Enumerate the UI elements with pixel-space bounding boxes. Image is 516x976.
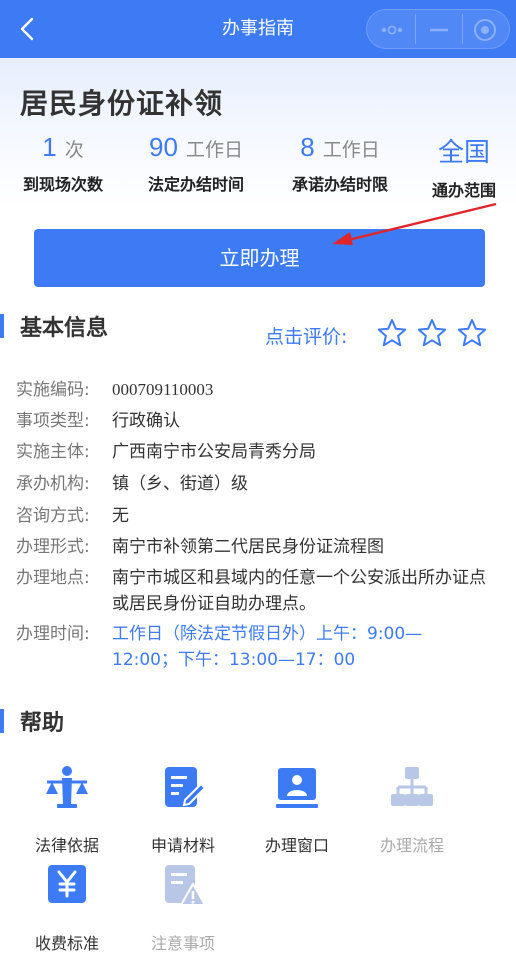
stat-value: 全国	[437, 137, 490, 167]
flowchart-icon	[391, 767, 433, 806]
help-item-materials[interactable]: 申请材料	[125, 764, 241, 856]
rating-label: 点击评价:	[265, 326, 348, 348]
info-value: 无	[112, 506, 129, 526]
help-item-label: 办理窗口	[264, 836, 329, 855]
info-row: 咨询方式: 无	[16, 501, 488, 531]
info-value: 广西南宁市公安局青秀分局	[112, 442, 316, 462]
section-marker	[0, 314, 4, 338]
annotation-arrow-icon	[332, 202, 497, 245]
help-item-label: 法律依据	[34, 836, 99, 855]
help-item-label: 注意事项	[150, 934, 215, 953]
top-bar: 办事指南	[0, 0, 516, 58]
info-key: 咨询方式:	[16, 506, 90, 526]
stat-label: 法定办结时间	[147, 175, 244, 194]
stat-unit: 次	[64, 139, 84, 161]
mini-program-capsule	[366, 9, 510, 49]
info-value[interactable]: 南宁市补领第二代居民身份证流程图	[112, 532, 488, 562]
help-item-process[interactable]: 办理流程	[354, 764, 470, 856]
info-key: 实施主体:	[16, 442, 90, 462]
stat-value: 8	[300, 132, 315, 162]
star-icon[interactable]	[457, 318, 487, 348]
help-item-notices[interactable]: 注意事项	[125, 862, 241, 954]
stat-legal-time: 90 工作日 法定办结时间	[140, 132, 252, 195]
help-item-label: 申请材料	[150, 836, 215, 855]
info-row: 办理时间: 工作日（除法定节假日外）上午：9:00—12:00；下午：13:00—…	[16, 619, 488, 673]
info-value: 南宁市城区和县域内的任意一个公安派出所办证点或居民身份证自助办理点。	[112, 568, 486, 614]
close-target-icon[interactable]	[463, 10, 509, 48]
stat-label: 承诺办结时限	[291, 175, 388, 194]
help-item-label: 办理流程	[379, 836, 444, 855]
info-row: 事项类型: 行政确认	[16, 406, 488, 436]
warning-document-icon	[165, 865, 206, 906]
stat-label: 到现场次数	[22, 175, 103, 194]
help-item-service-window[interactable]: 办理窗口	[239, 764, 355, 856]
info-value: 000709110003	[112, 380, 214, 399]
info-key: 办理时间:	[16, 624, 90, 644]
section-marker	[0, 709, 4, 733]
stat-unit: 工作日	[322, 139, 380, 161]
stat-scope: 全国 通办范围	[424, 132, 504, 201]
service-title: 居民身份证补领	[20, 87, 224, 120]
yuan-icon	[48, 865, 86, 903]
help-title: 帮助	[20, 711, 65, 736]
scales-icon	[46, 766, 88, 808]
stat-promised-time: 8 工作日 承诺办结时限	[284, 132, 396, 195]
stat-value: 1	[42, 132, 57, 162]
info-row: 承办机构: 镇（乡、街道）级	[16, 469, 488, 499]
info-value: 工作日（除法定节假日外）上午：9:00—12:00；下午：13:00—17：00	[112, 624, 423, 670]
service-window-icon	[276, 768, 318, 808]
info-row: 实施编码: 000709110003	[16, 375, 488, 405]
stat-visits: 1次 到现场次数	[18, 132, 108, 195]
info-key: 实施编码:	[16, 380, 90, 400]
star-icon[interactable]	[377, 318, 407, 348]
info-key: 事项类型:	[16, 411, 90, 431]
help-item-label: 收费标准	[34, 934, 99, 953]
info-row: 实施主体: 广西南宁市公安局青秀分局	[16, 437, 488, 467]
more-dots-icon[interactable]	[367, 10, 415, 48]
stat-unit: 工作日	[185, 139, 243, 161]
basic-info-title: 基本信息	[20, 316, 109, 341]
info-key: 办理地点:	[16, 568, 90, 588]
help-item-fees[interactable]: 收费标准	[9, 862, 125, 954]
star-icon[interactable]	[417, 318, 447, 348]
document-edit-icon	[165, 767, 207, 807]
info-value: 行政确认	[112, 411, 180, 431]
info-key: 承办机构:	[16, 474, 90, 494]
info-value: 镇（乡、街道）级	[112, 474, 248, 494]
info-row: 办理地点: 南宁市城区和县域内的任意一个公安派出所办证点或居民身份证自助办理点。	[16, 563, 488, 617]
info-row: 办理形式: 南宁市补领第二代居民身份证流程图	[16, 532, 488, 562]
info-key: 办理形式:	[16, 537, 90, 557]
minimize-icon[interactable]	[416, 10, 462, 48]
help-item-legal-basis[interactable]: 法律依据	[9, 764, 125, 856]
stat-value: 90	[149, 132, 178, 162]
